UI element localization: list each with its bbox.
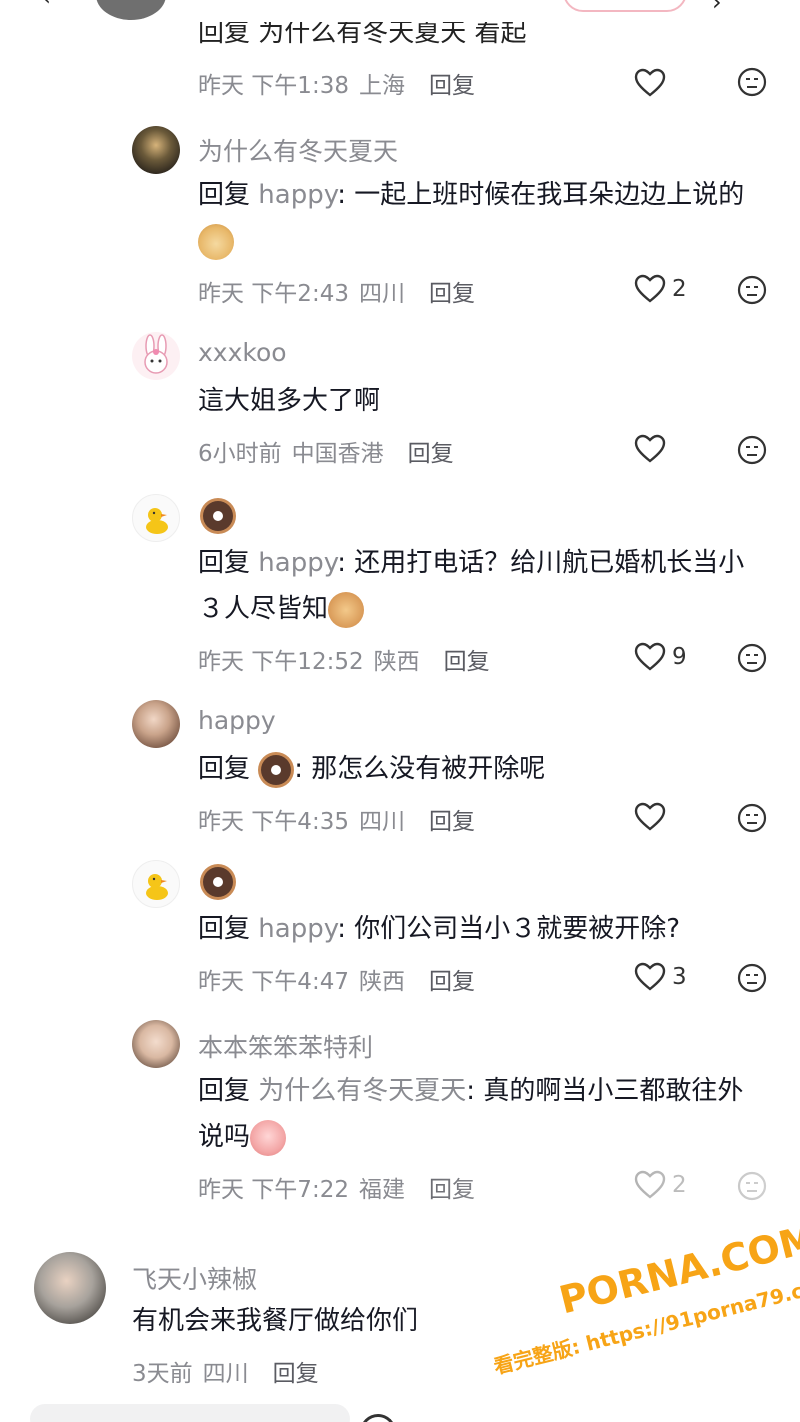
avatar[interactable] [132, 1020, 180, 1068]
like-button[interactable]: 2 [634, 272, 687, 306]
like-button[interactable] [634, 800, 666, 834]
reply-button[interactable]: 回复 [429, 969, 475, 995]
reply-button[interactable]: 回复 [273, 1361, 319, 1387]
username[interactable]: 本本笨笨苯特利 [198, 1028, 373, 1064]
comment-text: 回复 : 那怎么没有被开除呢 [198, 746, 768, 792]
dislike-icon[interactable] [736, 66, 768, 98]
comment-text: 這大姐多大了啊 [198, 386, 381, 416]
dislike-icon[interactable] [736, 802, 768, 834]
comment-text: 回复 为什么有冬天夏天: 真的啊当小三都敢往外说吗 [198, 1068, 768, 1160]
heart-icon [634, 68, 666, 97]
dislike-icon[interactable] [736, 642, 768, 674]
like-button[interactable] [634, 66, 666, 100]
like-count: 2 [672, 276, 687, 302]
dislike-icon[interactable] [736, 434, 768, 466]
comment-meta: 昨天 下午4:35 四川 回复 [198, 809, 475, 835]
heart-icon [634, 274, 666, 303]
username[interactable]: happy [198, 706, 276, 735]
shh-emoji-icon [328, 591, 365, 628]
heart-icon [634, 962, 666, 991]
emoji-icon[interactable] [360, 1414, 396, 1422]
username[interactable]: xxxkoo [198, 338, 287, 367]
avatar[interactable] [96, 0, 166, 20]
avatar[interactable] [132, 700, 180, 748]
duck-icon [146, 874, 168, 900]
like-button[interactable]: 3 [634, 960, 687, 994]
reply-button[interactable]: 回复 [429, 809, 475, 835]
comment-text: 回复 happy: 你们公司当小３就要被开除? [198, 914, 681, 944]
reply-button[interactable]: 回复 [408, 441, 454, 467]
reply-button[interactable]: 回复 [429, 73, 475, 99]
avatar[interactable] [34, 1252, 106, 1324]
comment-meta: 昨天 下午4:47 陕西 回复 [198, 969, 475, 995]
comment-meta: 昨天 下午2:43 四川 回复 [198, 281, 475, 307]
avatar[interactable] [132, 126, 180, 174]
comment-meta: 6小时前 中国香港 回复 [198, 441, 454, 467]
like-count: 9 [672, 644, 687, 670]
heart-icon [634, 434, 666, 463]
dog-emoji-icon [198, 223, 234, 260]
comment-input[interactable] [30, 1404, 350, 1422]
like-button[interactable]: 9 [634, 640, 687, 674]
back-icon[interactable]: ‹ [42, 0, 51, 11]
username[interactable]: 飞天小辣椒 [132, 1260, 257, 1296]
bunny-icon [144, 334, 168, 374]
donut-emoji-icon[interactable] [200, 864, 236, 900]
avatar[interactable] [132, 860, 180, 908]
comment-meta: 3天前 四川 回复 [132, 1361, 319, 1387]
comment-text-cut: 回复 为什么有冬天夏天 看起 [198, 22, 527, 44]
like-button[interactable] [634, 432, 666, 466]
avatar[interactable] [132, 494, 180, 542]
crying-emoji-icon [250, 1119, 287, 1156]
follow-button[interactable] [563, 0, 687, 12]
dislike-icon[interactable] [736, 274, 768, 306]
comment-text: 回复 happy: 一起上班时候在我耳朵边边上说的 [198, 172, 768, 264]
comment-text: 回复 happy: 还用打电话？给川航已婚机长当小３人尽皆知 [198, 540, 768, 632]
comment-meta: 昨天 下午1:38 上海 回复 [198, 73, 475, 99]
comment-meta: 昨天 下午12:52 陕西 回复 [198, 649, 490, 675]
duck-icon [146, 508, 168, 534]
username[interactable]: 为什么有冬天夏天 [198, 132, 398, 168]
reply-button[interactable]: 回复 [444, 649, 490, 675]
heart-icon [634, 802, 666, 831]
donut-emoji-icon[interactable] [200, 498, 236, 534]
heart-icon [634, 642, 666, 671]
donut-emoji-icon [258, 751, 295, 788]
like-count: 3 [672, 964, 687, 990]
more-icon[interactable]: › [712, 0, 722, 16]
reply-button[interactable]: 回复 [429, 281, 475, 307]
avatar[interactable] [132, 332, 180, 380]
dislike-icon[interactable] [736, 962, 768, 994]
